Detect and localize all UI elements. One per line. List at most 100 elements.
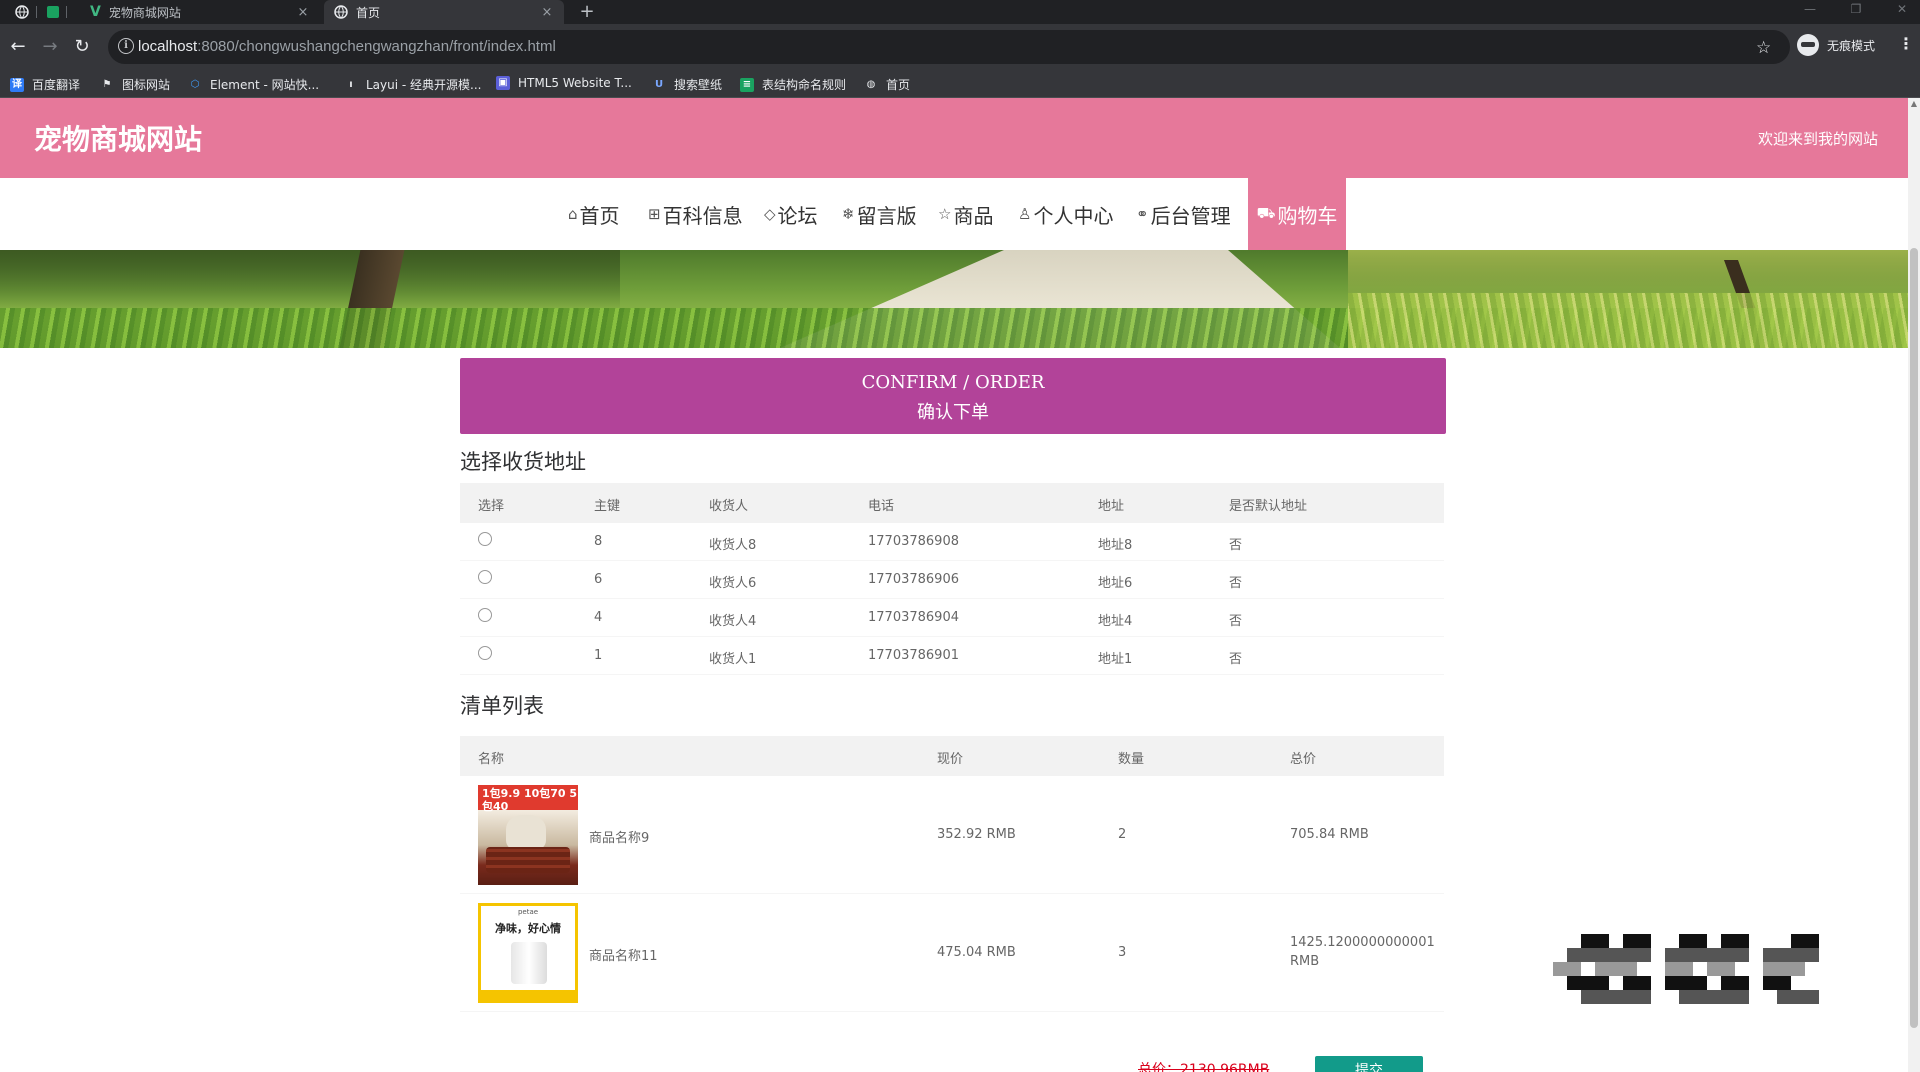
tab-close-icon[interactable]: × [540, 5, 554, 20]
close-window-icon[interactable]: ✕ [1884, 0, 1920, 20]
product-image-text: 1包9.9 10包70 5包40 [482, 787, 578, 813]
incognito-indicator[interactable]: 无痕模式 [1797, 34, 1875, 56]
globe-icon [334, 5, 348, 19]
nav-label: 购物车 [1277, 203, 1338, 228]
cart-icon: ⛟ [1256, 204, 1276, 222]
address-radio[interactable] [478, 570, 492, 584]
forward-arrow-icon[interactable]: → [38, 35, 62, 59]
cart-table: 名称 现价 数量 总价 1包9.9 10包70 5包40 商品名称9 352.9… [460, 736, 1444, 1012]
nav-item-products[interactable]: ☆ 商品 [938, 178, 993, 250]
nav-item-cart[interactable]: ⛟ 购物车 [1248, 178, 1346, 250]
nav-item-home[interactable]: ⌂ 首页 [568, 178, 620, 250]
product-total: 1425.1200000000001 [1290, 935, 1435, 950]
bookmark-star-icon[interactable]: ☆ [1756, 38, 1771, 58]
scroll-up-icon[interactable]: ▲ [1908, 98, 1920, 110]
welcome-text: 欢迎来到我的网站 [1757, 130, 1878, 148]
product-image[interactable]: 1包9.9 10包70 5包40 [478, 785, 578, 885]
nav-item-encyclopedia[interactable]: ⊞ 百科信息 [648, 178, 743, 250]
address-default: 否 [1229, 538, 1243, 553]
page-scrollbar[interactable]: ▲ [1908, 98, 1920, 1072]
baidu-translate-icon: 译 [10, 77, 24, 92]
address-radio[interactable] [478, 532, 492, 546]
address-name: 收货人8 [709, 538, 757, 553]
address-text: 地址6 [1098, 576, 1133, 591]
table-row[interactable]: 6 收货人6 17703786906 地址6 否 [460, 561, 1444, 599]
address-table: 选择 主键 收货人 电话 地址 是否默认地址 8 收货人8 1770378690… [460, 483, 1444, 675]
user-icon: ♙ [1018, 205, 1032, 223]
column-header: 地址 [1098, 499, 1125, 514]
table-row[interactable]: 8 收货人8 17703786908 地址8 否 [460, 523, 1444, 561]
url-host: localhost [138, 38, 198, 55]
bookmark-item[interactable]: ⬡ Element - 网站快... [188, 76, 319, 93]
pinned-tab-globe-icon[interactable] [11, 2, 33, 22]
browser-tab-bar: V 宠物商城网站 × 首页 × + — ❐ ✕ [0, 0, 1920, 24]
reload-icon[interactable]: ↻ [70, 35, 94, 59]
bookmark-item[interactable]: U 搜索壁纸 [652, 76, 722, 93]
address-section-title: 选择收货地址 [460, 450, 586, 474]
html5-icon: ▣ [496, 76, 510, 90]
column-header: 总价 [1290, 752, 1317, 767]
address-radio[interactable] [478, 646, 492, 660]
site-logo[interactable]: 宠物商城网站 [34, 118, 202, 158]
minimize-icon[interactable]: — [1792, 0, 1828, 20]
address-table-header: 选择 主键 收货人 电话 地址 是否默认地址 [460, 483, 1444, 523]
confirm-title-cn: 确认下单 [917, 402, 989, 423]
browser-menu-icon[interactable]: ⋮ [1898, 34, 1914, 53]
column-header: 现价 [937, 752, 964, 767]
restore-icon[interactable]: ❐ [1838, 0, 1874, 20]
product-total-unit: RMB [1290, 954, 1320, 969]
address-name: 收货人6 [709, 576, 757, 591]
nav-item-forum[interactable]: ◇ 论坛 [764, 178, 818, 250]
bookmark-label: 搜索壁纸 [674, 78, 723, 92]
bookmark-item[interactable]: ⚑ 图标网站 [100, 76, 171, 93]
bookmark-label: HTML5 Website T... [518, 76, 632, 90]
product-price: 475.04 RMB [937, 945, 1016, 960]
address-id: 8 [594, 534, 603, 549]
nav-item-messages[interactable]: ❄ 留言版 [842, 178, 917, 250]
bookmark-label: 百度翻译 [32, 78, 81, 92]
column-header: 名称 [478, 752, 505, 767]
new-tab-button[interactable]: + [576, 1, 598, 23]
product-image[interactable]: petae 净味，好心情 [478, 903, 578, 1003]
confirm-title-en: CONFIRM / ORDER [861, 372, 1045, 393]
address-bar[interactable]: i localhost:8080/chongwushangchengwangzh… [108, 30, 1790, 64]
tab-pet-mall[interactable]: V 宠物商城网站 × [80, 0, 320, 24]
browser-toolbar: ← → ↻ i localhost:8080/chongwushangcheng… [0, 24, 1920, 70]
bookmark-item[interactable]: 译百度翻译 [10, 76, 80, 93]
pinned-tab-sheet-icon[interactable] [42, 2, 64, 22]
address-phone: 17703786906 [868, 572, 959, 587]
back-arrow-icon[interactable]: ← [6, 35, 30, 59]
tab-home[interactable]: 首页 × [324, 0, 564, 24]
tab-close-icon[interactable]: × [296, 5, 310, 20]
nav-item-admin[interactable]: ⚭ 后台管理 [1136, 178, 1231, 250]
bookmark-item[interactable]: ≡ 表结构命名规则 [740, 76, 846, 93]
nav-item-profile[interactable]: ♙ 个人中心 [1018, 178, 1113, 250]
nav-label: 商品 [953, 203, 994, 228]
nav-label: 百科信息 [662, 203, 743, 228]
bookmark-item[interactable]: ▣ HTML5 Website T... [496, 76, 632, 90]
submit-order-button[interactable]: 提交 [1315, 1056, 1423, 1072]
table-row[interactable]: petae 净味，好心情 商品名称11 475.04 RMB 3 1425.12… [460, 894, 1444, 1012]
column-header: 是否默认地址 [1229, 499, 1308, 514]
nav-label: 论坛 [777, 203, 818, 228]
address-id: 1 [594, 648, 603, 663]
link-icon: ⚭ [1136, 205, 1149, 223]
table-row[interactable]: 1 收货人1 17703786901 地址1 否 [460, 637, 1444, 675]
bookmark-item[interactable]: ı Layui - 经典开源模... [344, 76, 481, 93]
product-qty: 2 [1118, 827, 1127, 842]
scrollbar-thumb[interactable] [1910, 248, 1918, 1028]
table-row[interactable]: 4 收货人4 17703786904 地址4 否 [460, 599, 1444, 637]
address-default: 否 [1229, 652, 1243, 667]
bookmark-item[interactable]: ◍ 首页 [864, 76, 910, 93]
layui-icon: ı [349, 78, 353, 90]
column-header: 主键 [594, 499, 621, 514]
element-icon: ⬡ [190, 78, 200, 90]
address-radio[interactable] [478, 608, 492, 622]
site-info-icon[interactable]: i [118, 38, 134, 54]
url-path: :8080/chongwushangchengwangzhan/front/in… [197, 38, 556, 55]
address-default: 否 [1229, 614, 1243, 629]
nav-label: 个人中心 [1033, 203, 1114, 228]
table-row[interactable]: 1包9.9 10包70 5包40 商品名称9 352.92 RMB 2 705.… [460, 776, 1444, 894]
url-text[interactable]: localhost:8080/chongwushangchengwangzhan… [138, 38, 556, 55]
product-image-brand: petae [517, 908, 539, 916]
